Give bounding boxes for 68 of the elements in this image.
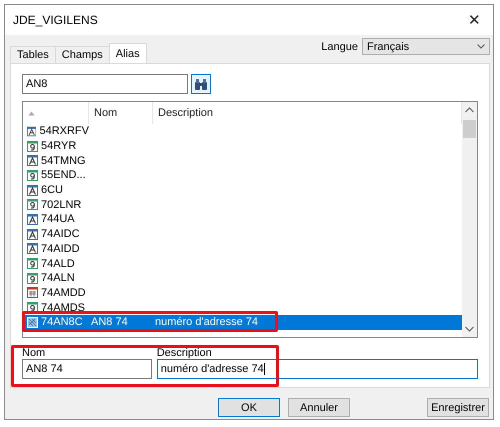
- list-row[interactable]: 54TMNG: [23, 153, 462, 168]
- text-type-icon: [27, 126, 36, 137]
- alias-text: 74AIDC: [41, 228, 80, 240]
- tab[interactable]: Tables: [10, 46, 56, 63]
- alias-text: 6CU: [41, 184, 64, 196]
- list-row[interactable]: 74ALN: [23, 270, 462, 286]
- alias-text: 54RYR: [41, 140, 76, 152]
- language-label: Langue: [321, 40, 358, 52]
- list-row[interactable]: 74AIDC: [23, 226, 462, 242]
- tab[interactable]: Alias: [108, 43, 147, 63]
- text-type-icon: [27, 184, 38, 196]
- alias-text: 702LNR: [41, 198, 82, 211]
- description-text: numéro d'adresse 74: [154, 316, 259, 328]
- alias-text: 74AMDD: [41, 286, 86, 299]
- description-label: Description: [156, 347, 213, 359]
- scroll-down-icon[interactable]: [465, 326, 474, 332]
- number-type-icon: [27, 170, 38, 181]
- language-select[interactable]: Français: [362, 38, 490, 55]
- chevron-down-icon: [477, 44, 485, 49]
- number-type-icon: [27, 199, 38, 210]
- close-button[interactable]: ✕: [464, 11, 485, 29]
- alias-text: 74ALN: [41, 272, 75, 284]
- text-type-icon: [27, 155, 38, 166]
- text-type-icon: [27, 228, 38, 240]
- number-type-icon: [27, 272, 38, 284]
- name-text: AN8 74: [90, 316, 129, 328]
- name-label: Nom: [22, 347, 46, 359]
- binoculars-icon: [194, 78, 208, 90]
- scroll-thumb[interactable]: [463, 120, 476, 138]
- scroll-up-icon[interactable]: [465, 107, 474, 113]
- alias-text: 54TMNG: [41, 154, 86, 167]
- text-type-icon: [27, 243, 38, 254]
- list-row[interactable]: 74ALD: [23, 256, 462, 271]
- alias-text: 74AIDD: [41, 242, 80, 255]
- dialog-button[interactable]: Annuler: [288, 398, 350, 417]
- tab[interactable]: Champs: [54, 46, 110, 63]
- name-field[interactable]: AN8 74: [22, 359, 152, 379]
- alias-text: 74AMDS: [41, 302, 86, 314]
- alias-text: 744UA: [41, 213, 75, 226]
- number-type-icon: [27, 258, 38, 270]
- alias-text: 74AN8C: [41, 316, 83, 328]
- search-field[interactable]: AN8: [22, 74, 188, 94]
- find-button[interactable]: [191, 74, 211, 94]
- number-type-icon: [27, 302, 38, 314]
- alias-text: 74ALD: [41, 258, 75, 270]
- list-row[interactable]: 74AN8C AN8 74 numéro d'adresse 74: [23, 314, 462, 330]
- scrollbar[interactable]: [462, 102, 477, 337]
- date-type-icon: [27, 287, 38, 298]
- dialog-button[interactable]: Enregistrer: [427, 398, 489, 417]
- list-row[interactable]: 74AIDD: [23, 242, 462, 256]
- pattern-type-icon: [27, 316, 38, 328]
- list-row[interactable]: 55END...: [23, 168, 462, 183]
- list-row[interactable]: 6CU: [23, 182, 462, 198]
- list-row[interactable]: 702LNR: [23, 197, 462, 212]
- column-header[interactable]: Nom: [89, 102, 153, 124]
- alias-text: 55END...: [41, 169, 86, 182]
- alias-text: 54RXRFV: [39, 125, 89, 138]
- window-title: JDE_VIGILENS: [13, 13, 98, 27]
- dialog-button[interactable]: OK: [218, 398, 280, 417]
- text-type-icon: [27, 214, 38, 225]
- list-row[interactable]: 54RXRFV: [23, 124, 462, 139]
- number-type-icon: [27, 140, 38, 152]
- sort-arrow-icon: [28, 110, 35, 116]
- description-field[interactable]: numéro d'adresse 74: [156, 359, 478, 379]
- list-row[interactable]: 744UA: [23, 212, 462, 227]
- list-row[interactable]: 74AMDD: [23, 286, 462, 300]
- list-row[interactable]: 74AMDS: [23, 300, 462, 315]
- list-row[interactable]: 54RYR: [23, 138, 462, 154]
